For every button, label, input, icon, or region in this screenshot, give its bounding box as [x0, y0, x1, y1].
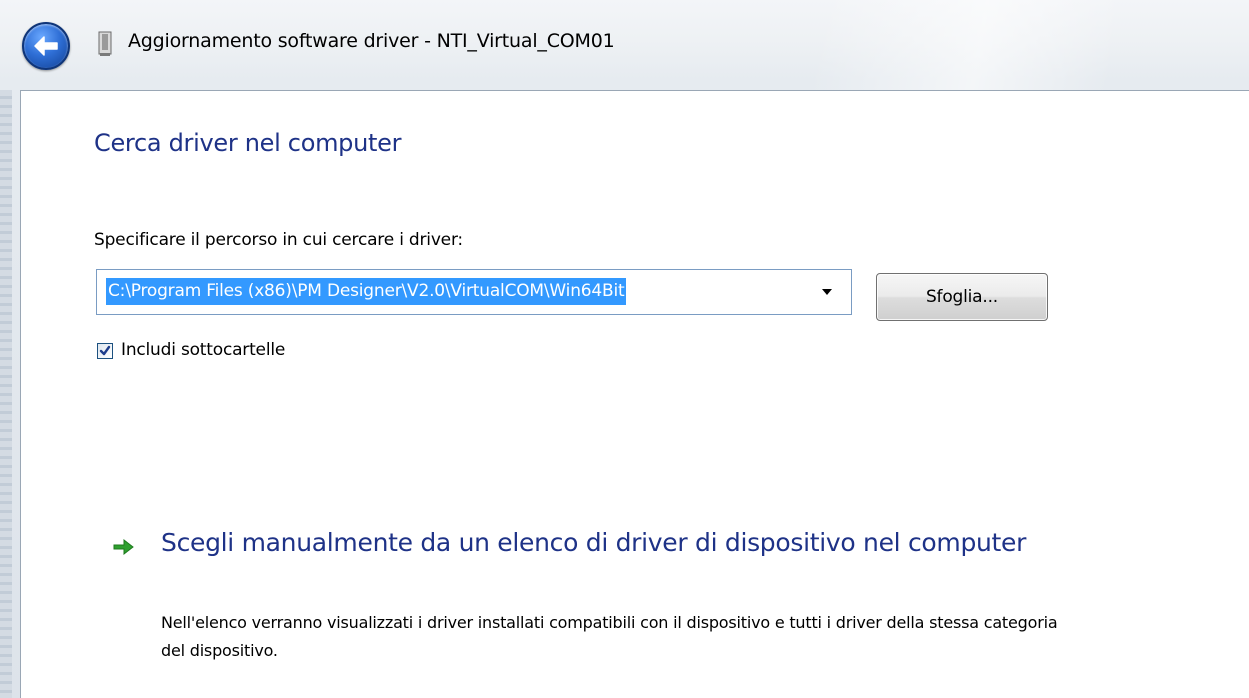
path-label: Specificare il percorso in cui cercare i…: [94, 230, 463, 250]
content-panel: Cerca driver nel computer Specificare il…: [20, 90, 1249, 698]
manual-option-title[interactable]: Scegli manualmente da un elenco di drive…: [161, 523, 1041, 563]
include-subfolders-checkbox[interactable]: [97, 343, 113, 359]
green-arrow-icon: [113, 538, 135, 556]
manual-driver-list-link[interactable]: Scegli manualmente da un elenco di drive…: [113, 523, 1213, 683]
chevron-down-icon[interactable]: [809, 270, 845, 314]
include-subfolders-label[interactable]: Includi sottocartelle: [121, 340, 285, 360]
window-left-edge: [0, 90, 12, 698]
window-title: Aggiornamento software driver - NTI_Virt…: [128, 30, 615, 52]
back-button[interactable]: [22, 22, 70, 70]
device-icon: [96, 31, 114, 57]
manual-option-description: Nell'elenco verranno visualizzati i driv…: [161, 613, 1058, 660]
path-value-text[interactable]: C:\Program Files (x86)\PM Designer\V2.0\…: [106, 278, 627, 305]
browse-button[interactable]: Sfoglia...: [876, 273, 1048, 321]
page-heading: Cerca driver nel computer: [94, 129, 402, 157]
path-combobox[interactable]: C:\Program Files (x86)\PM Designer\V2.0\…: [96, 269, 852, 315]
back-arrow-icon: [33, 35, 59, 57]
checkmark-icon: [99, 345, 111, 356]
